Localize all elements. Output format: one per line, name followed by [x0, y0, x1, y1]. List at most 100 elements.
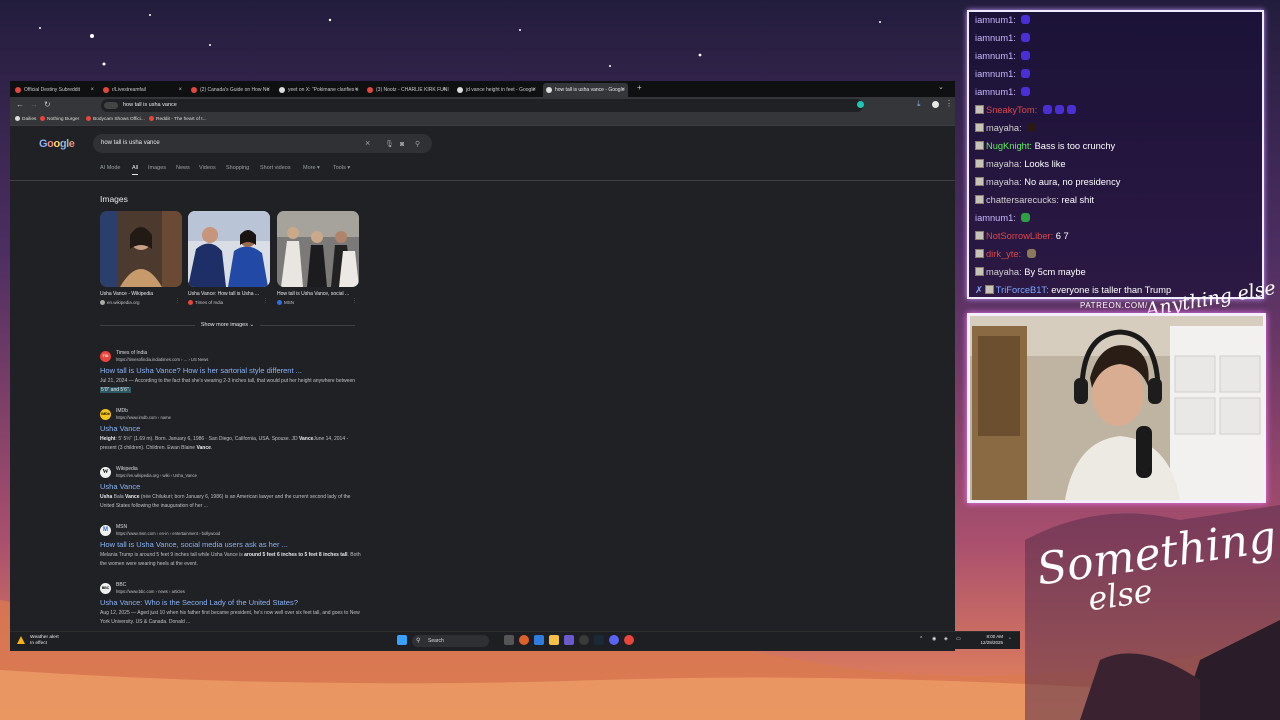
image-thumbnail[interactable]: [277, 211, 359, 287]
result-title-link[interactable]: Usha Vance: [100, 482, 365, 491]
chat-message: SneakyTom:: [975, 105, 1076, 115]
bookmark-item[interactable]: Nothing Burger: [40, 116, 79, 122]
filter-all[interactable]: All: [132, 165, 139, 175]
steam-icon[interactable]: [594, 635, 604, 645]
result-title-link[interactable]: Usha Vance: Who is the Second Lady of th…: [100, 598, 365, 607]
close-icon[interactable]: ×: [354, 83, 358, 97]
tab-item[interactable]: jd vance height in feet - Google ×: [454, 83, 539, 97]
task-view-icon[interactable]: [504, 635, 514, 645]
notification-icon[interactable]: ◔: [1008, 636, 1011, 642]
tab-item[interactable]: (2) Canada's Guide on How No ×: [188, 83, 273, 97]
tray-icon[interactable]: ◈: [944, 636, 948, 642]
more-options-icon[interactable]: ⋮: [175, 298, 180, 304]
result-snippet: Height: 5' 5½" (1.69 m). Born. January 6…: [100, 436, 349, 451]
forward-arrow-icon[interactable]: →: [30, 100, 38, 109]
chrome-icon[interactable]: [624, 635, 634, 645]
tab-item[interactable]: r/Livestreamfail ×: [100, 83, 185, 97]
new-tab-button[interactable]: +: [637, 83, 642, 92]
result-source[interactable]: TOI Times of India https://timesofindia.…: [100, 350, 365, 364]
weather-widget[interactable]: Weather alert In effect: [17, 635, 59, 646]
app-icon[interactable]: [534, 635, 544, 645]
result-source[interactable]: IMDb IMDb https://www.imdb.com › name: [100, 408, 365, 422]
obs-icon[interactable]: [579, 635, 589, 645]
result-title-link[interactable]: How tall is Usha Vance? How is her sarto…: [100, 366, 365, 375]
show-more-images-button[interactable]: Show more images ⌄: [100, 318, 355, 332]
tab-label: yeet on X: "Pokimane clarifies n: [288, 87, 359, 93]
emote-icon: [1021, 33, 1031, 42]
image-card[interactable]: Usha Vance: How tall is Usha ... Times o…: [188, 211, 270, 306]
chat-username: NotSorrowLiber:: [986, 231, 1056, 241]
chat-username: chattersarecucks:: [986, 195, 1062, 205]
filter-tools[interactable]: Tools ▾: [333, 165, 350, 171]
bookmark-item[interactable]: Dailies: [15, 116, 36, 122]
image-card[interactable]: How tall is Usha Vance, social ... MSN ⋮: [277, 211, 359, 306]
tab-search-button[interactable]: ⌄: [938, 83, 944, 91]
camera-icon[interactable]: ◙: [400, 135, 404, 154]
profile-icon[interactable]: [932, 101, 939, 108]
download-icon[interactable]: ⤓: [917, 99, 921, 109]
close-icon[interactable]: ×: [178, 83, 182, 97]
filter-videos[interactable]: Videos: [199, 165, 216, 171]
filter-images[interactable]: Images: [148, 165, 166, 171]
browser-window: Official Destiny Subreddit × r/Livestream…: [10, 81, 955, 651]
filter-news[interactable]: News: [176, 165, 190, 171]
tab-item[interactable]: Official Destiny Subreddit ×: [12, 83, 97, 97]
close-icon[interactable]: ×: [90, 83, 94, 97]
more-options-icon[interactable]: ⋮: [263, 298, 268, 304]
tab-label: (2) Canada's Guide on How No: [200, 87, 270, 93]
search-input[interactable]: how tall is usha vance × 🎙 ◙ ⚲: [93, 134, 432, 153]
subscriber-badge-icon: [975, 141, 984, 150]
back-arrow-icon[interactable]: ←: [16, 100, 24, 109]
result-source[interactable]: W Wikipedia https://en.wikipedia.org › w…: [100, 466, 365, 480]
result-snippet: Usha Bala Vance (née Chilukuri; born Jan…: [100, 494, 351, 509]
bookmark-item[interactable]: Reddit - The heart of t...: [149, 116, 207, 122]
chat-message: ✗ TriForceB1T: everyone is taller than Tr…: [975, 285, 1171, 296]
tab-item[interactable]: (3) Nootz - CHARLIE KIRK FUNI ×: [364, 83, 449, 97]
more-options-icon[interactable]: ⋮: [352, 298, 357, 304]
result-source[interactable]: M MSN https://www.msn.com › en-in › ente…: [100, 524, 365, 538]
close-icon[interactable]: ×: [442, 83, 446, 97]
close-icon[interactable]: ×: [621, 83, 625, 97]
chat-message: mayaha:: [975, 123, 1037, 133]
result-title-link[interactable]: How tall is Usha Vance, social media use…: [100, 540, 365, 549]
site-info-icon[interactable]: [104, 102, 118, 109]
microphone-icon[interactable]: 🎙: [385, 135, 394, 154]
image-card[interactable]: Usha Vance - Wikipedia en.wikipedia.org …: [100, 211, 182, 306]
app-icon[interactable]: [564, 635, 574, 645]
google-logo[interactable]: Google: [39, 138, 75, 150]
extensions-icon[interactable]: ⋮: [945, 99, 953, 108]
tab-item-active[interactable]: how tall is usha vance - Google ×: [543, 83, 628, 97]
x-favicon-icon: [279, 87, 285, 93]
tray-icon[interactable]: ◉: [932, 636, 936, 642]
chat-username: NugKnight:: [986, 141, 1035, 151]
tab-item[interactable]: yeet on X: "Pokimane clarifies n ×: [276, 83, 361, 97]
search-result: IMDb IMDb https://www.imdb.com › name Us…: [100, 408, 365, 452]
bookmark-item[interactable]: Bodycam Shows Offici...: [86, 116, 145, 122]
result-snippet: Jul 21, 2024 — According to the fact tha…: [100, 378, 355, 393]
taskbar-search[interactable]: ⚲ Search: [412, 635, 489, 647]
close-icon[interactable]: ×: [532, 83, 536, 97]
clear-icon[interactable]: ×: [365, 134, 370, 153]
filter-ai-mode[interactable]: AI Mode: [100, 165, 120, 171]
extension-icon[interactable]: [857, 101, 864, 108]
filter-shopping[interactable]: Shopping: [226, 165, 249, 171]
filter-more[interactable]: More ▾: [303, 165, 320, 171]
image-thumbnail[interactable]: [100, 211, 182, 287]
image-thumbnail[interactable]: [188, 211, 270, 287]
network-icon[interactable]: ▭: [956, 636, 961, 642]
reload-icon[interactable]: ↻: [44, 100, 51, 109]
system-clock[interactable]: 8:00 AM 12/28/2025: [970, 634, 1003, 646]
start-icon[interactable]: [397, 635, 407, 645]
firefox-icon[interactable]: [519, 635, 529, 645]
result-title-link[interactable]: Usha Vance: [100, 424, 365, 433]
result-source[interactable]: BBC BBC https://www.bbc.com › news › art…: [100, 582, 365, 596]
file-explorer-icon[interactable]: [549, 635, 559, 645]
search-icon[interactable]: ⚲: [415, 135, 420, 154]
chat-username: iamnum1:: [975, 15, 1019, 25]
filter-short-videos[interactable]: Short videos: [260, 165, 291, 171]
chevron-up-icon[interactable]: ^: [920, 636, 922, 642]
discord-icon[interactable]: [609, 635, 619, 645]
close-icon[interactable]: ×: [266, 83, 270, 97]
chat-text: No aura, no presidency: [1024, 177, 1121, 187]
address-bar[interactable]: how tall is usha vance: [101, 99, 863, 112]
